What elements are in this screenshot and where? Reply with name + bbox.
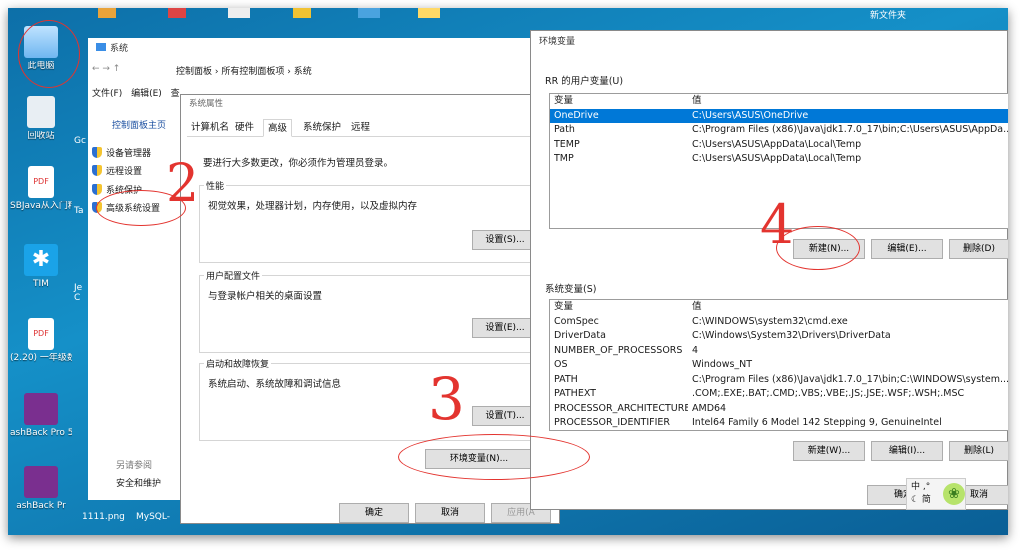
table-row[interactable]: OS Windows_NT — [550, 358, 1008, 373]
annotation-number-3: 3 — [428, 365, 465, 433]
partial-label: Gc — [74, 136, 86, 146]
table-row[interactable]: DriverData C:\Windows\System32\Drivers\Dr… — [550, 329, 1008, 344]
performance-group: 性能 视觉效果，处理器计划，内存使用，以及虚拟内存 设置(S)... — [199, 179, 544, 263]
shield-icon — [92, 184, 102, 195]
table-row[interactable]: TMP C:\Users\ASUS\AppData\Local\Temp — [550, 152, 1008, 167]
shield-icon — [92, 147, 102, 158]
table-row[interactable]: NUMBER_OF_PROCESSORS 4 — [550, 344, 1008, 359]
tab-computer-name[interactable]: 计算机名 — [187, 119, 233, 137]
system-vars-heading: 系统变量(S) — [545, 284, 597, 295]
sysprop-title: 系统属性 — [181, 95, 559, 113]
startup-group: 启动和故障恢复 系统启动、系统故障和调试信息 设置(T)... — [199, 357, 544, 441]
screenshot-frame: 新文件夹 此电脑 回收站 PDF SBJava从入门精通%5... ✱ TIM … — [8, 8, 1008, 535]
environment-variables-dialog: 环境变量 RR 的用户变量(U) 变量 值 OneDrive C:\Users\… — [530, 30, 1008, 510]
annotation-circle-env-button — [398, 434, 590, 480]
sysprop-ok-button[interactable]: 确定 — [339, 503, 409, 523]
profile-desc: 与登录帐户相关的桌面设置 — [208, 291, 323, 302]
user-vars-heading: RR 的用户变量(U) — [545, 76, 624, 87]
sysprop-cancel-button[interactable]: 取消 — [415, 503, 485, 523]
env-title: 环境变量 — [531, 31, 1007, 53]
tab-strip: 计算机名 硬件 高级 系统保护 远程 — [187, 119, 547, 137]
video-icon — [24, 466, 58, 498]
partial-label: Ta — [74, 206, 84, 216]
table-row[interactable]: PATHEXT .COM;.EXE;.BAT;.CMD;.VBS;.VBE;.JS… — [550, 387, 1008, 402]
pdf-file-icon-2[interactable]: PDF (2.20) 一年级数学“停... — [10, 318, 72, 364]
table-row[interactable]: TEMP C:\Users\ASUS\AppData\Local\Temp — [550, 138, 1008, 153]
profile-group: 用户配置文件 与登录帐户相关的桌面设置 设置(E)... — [199, 269, 544, 353]
pdf-icon: PDF — [28, 318, 54, 350]
table-row[interactable]: OneDrive C:\Users\ASUS\OneDrive — [550, 108, 1008, 123]
annotation-circle-this-pc — [18, 20, 80, 88]
startup-heading: 启动和故障恢复 — [204, 357, 272, 370]
control-panel-home-link[interactable]: 控制面板主页 — [112, 118, 166, 131]
shield-icon — [92, 165, 102, 176]
performance-settings-button[interactable]: 设置(S)... — [472, 230, 538, 250]
partial-label: 1111.png — [82, 512, 125, 522]
flashback-player-icon[interactable]: ashBack Pro 5 Player — [10, 393, 72, 439]
menu-edit[interactable]: 编辑(E) — [131, 89, 162, 99]
tim-app-icon[interactable]: ✱ TIM — [10, 244, 72, 290]
table-row[interactable]: ComSpec C:\WINDOWS\system32\cmd.exe — [550, 315, 1008, 330]
nav-arrows[interactable]: ← → ↑ — [92, 64, 120, 74]
tab-remote[interactable]: 远程 — [347, 119, 374, 137]
pdf-file-icon[interactable]: PDF SBJava从入门精通%5... — [10, 166, 72, 212]
user-edit-button[interactable]: 编辑(E)... — [871, 239, 943, 259]
system-vars-header: 变量 值 — [554, 301, 702, 312]
recycle-bin-icon[interactable]: 回收站 — [10, 96, 72, 142]
security-maintenance-link[interactable]: 安全和维护 — [116, 476, 161, 489]
annotation-number-2: 2 — [166, 154, 200, 214]
nav-remote-settings[interactable]: 远程设置 — [92, 164, 142, 177]
flower-icon: ❀ — [943, 483, 965, 505]
startup-settings-button[interactable]: 设置(T)... — [472, 406, 538, 426]
system-vars-list[interactable]: 变量 值 ComSpec C:\WINDOWS\system32\cmd.exe … — [549, 299, 1008, 431]
breadcrumb[interactable]: 控制面板 › 所有控制面板项 › 系统 — [176, 64, 312, 77]
tab-system-protection[interactable]: 系统保护 — [299, 119, 345, 137]
table-row[interactable]: PROCESSOR_IDENTIFIER Intel64 Family 6 Mod… — [550, 416, 1008, 430]
user-vars-header: 变量 值 — [554, 95, 702, 106]
table-row[interactable]: PATH C:\Program Files (x86)\Java\jdk1.7.0… — [550, 373, 1008, 388]
menu-view[interactable]: 查 — [171, 89, 180, 99]
table-row[interactable]: Path C:\Program Files (x86)\Java\jdk1.7.… — [550, 123, 1008, 138]
profile-settings-button[interactable]: 设置(E)... — [472, 318, 538, 338]
tab-hardware[interactable]: 硬件 — [231, 119, 258, 137]
partial-label: MySQL- — [136, 512, 170, 522]
ime-indicator[interactable]: 中 ,° ☾ 简 ❀ — [906, 478, 966, 510]
trash-icon — [27, 96, 55, 128]
tab-advanced[interactable]: 高级 — [263, 119, 293, 137]
profile-heading: 用户配置文件 — [204, 269, 263, 282]
menu-bar: 文件(F) 编辑(E) 查 — [92, 86, 180, 99]
admin-note: 要进行大多数更改，你必须作为管理员登录。 — [203, 158, 394, 169]
nav-device-manager[interactable]: 设备管理器 — [92, 146, 151, 159]
desktop-folder-label: 新文件夹 — [870, 11, 907, 21]
annotation-number-4: 4 — [760, 193, 795, 256]
system-delete-button[interactable]: 删除(L) — [949, 441, 1008, 461]
see-also-heading: 另请参阅 — [116, 461, 153, 471]
user-delete-button[interactable]: 删除(D) — [949, 239, 1008, 259]
video-icon — [24, 393, 58, 425]
performance-desc: 视觉效果，处理器计划，内存使用，以及虚拟内存 — [208, 201, 418, 212]
monitor-icon — [96, 43, 106, 51]
partial-label: Je C — [74, 283, 83, 303]
star-icon: ✱ — [24, 244, 58, 276]
pdf-icon: PDF — [28, 166, 54, 198]
menu-file[interactable]: 文件(F) — [92, 89, 122, 99]
startup-desc: 系统启动、系统故障和调试信息 — [208, 379, 342, 390]
performance-heading: 性能 — [204, 179, 227, 192]
system-edit-button[interactable]: 编辑(I)... — [871, 441, 943, 461]
system-new-button[interactable]: 新建(W)... — [793, 441, 865, 461]
flashback-recorder-icon[interactable]: ashBack Pr — [10, 466, 72, 512]
table-row[interactable]: PROCESSOR_ARCHITECTURE AMD64 — [550, 402, 1008, 417]
